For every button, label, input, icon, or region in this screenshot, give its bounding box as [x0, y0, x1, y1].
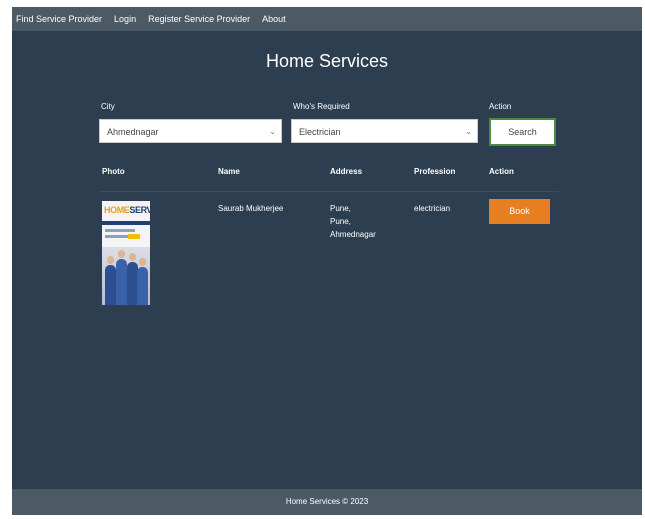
navbar: Find Service Provider Login Register Ser…	[12, 7, 642, 31]
photo-logo: HOMESERVICE	[104, 205, 150, 215]
nav-link-register-service-provider[interactable]: Register Service Provider	[148, 14, 250, 24]
provider-profession: electrician	[414, 204, 451, 213]
action-label: Action	[489, 102, 512, 111]
city-label: City	[101, 102, 115, 111]
who-required-select-value: Electrician	[299, 127, 341, 137]
table-header-address: Address	[330, 167, 363, 176]
nav-link-find-service-provider[interactable]: Find Service Provider	[16, 14, 102, 24]
who-required-select[interactable]: Electrician ⌄	[291, 119, 478, 143]
table-header-name: Name	[218, 167, 240, 176]
app-frame: Find Service Provider Login Register Ser…	[12, 7, 642, 515]
provider-name: Saurab Mukherjee	[218, 204, 284, 213]
address-line: Pune,	[330, 204, 351, 213]
chevron-down-icon: ⌄	[269, 127, 276, 136]
chevron-down-icon: ⌄	[465, 127, 472, 136]
table-header-profession: Profession	[414, 167, 456, 176]
city-select[interactable]: Ahmednagar ⌄	[99, 119, 282, 143]
city-select-value: Ahmednagar	[107, 127, 159, 137]
address-line: Ahmednagar	[330, 230, 376, 239]
table-divider	[99, 191, 559, 192]
table-header-photo: Photo	[102, 167, 125, 176]
address-line: Pune,	[330, 217, 351, 226]
footer: Home Services © 2023	[12, 489, 642, 515]
nav-link-login[interactable]: Login	[114, 14, 136, 24]
who-required-label: Who's Required	[293, 102, 350, 111]
page-title: Home Services	[265, 51, 389, 71]
search-button[interactable]: Search	[489, 118, 556, 146]
provider-address: Pune, Pune, Ahmednagar	[330, 202, 376, 241]
book-button[interactable]: Book	[489, 199, 550, 224]
provider-photo: HOMESERVICE	[102, 201, 150, 305]
table-header-action: Action	[489, 167, 514, 176]
nav-link-about[interactable]: About	[262, 14, 286, 24]
